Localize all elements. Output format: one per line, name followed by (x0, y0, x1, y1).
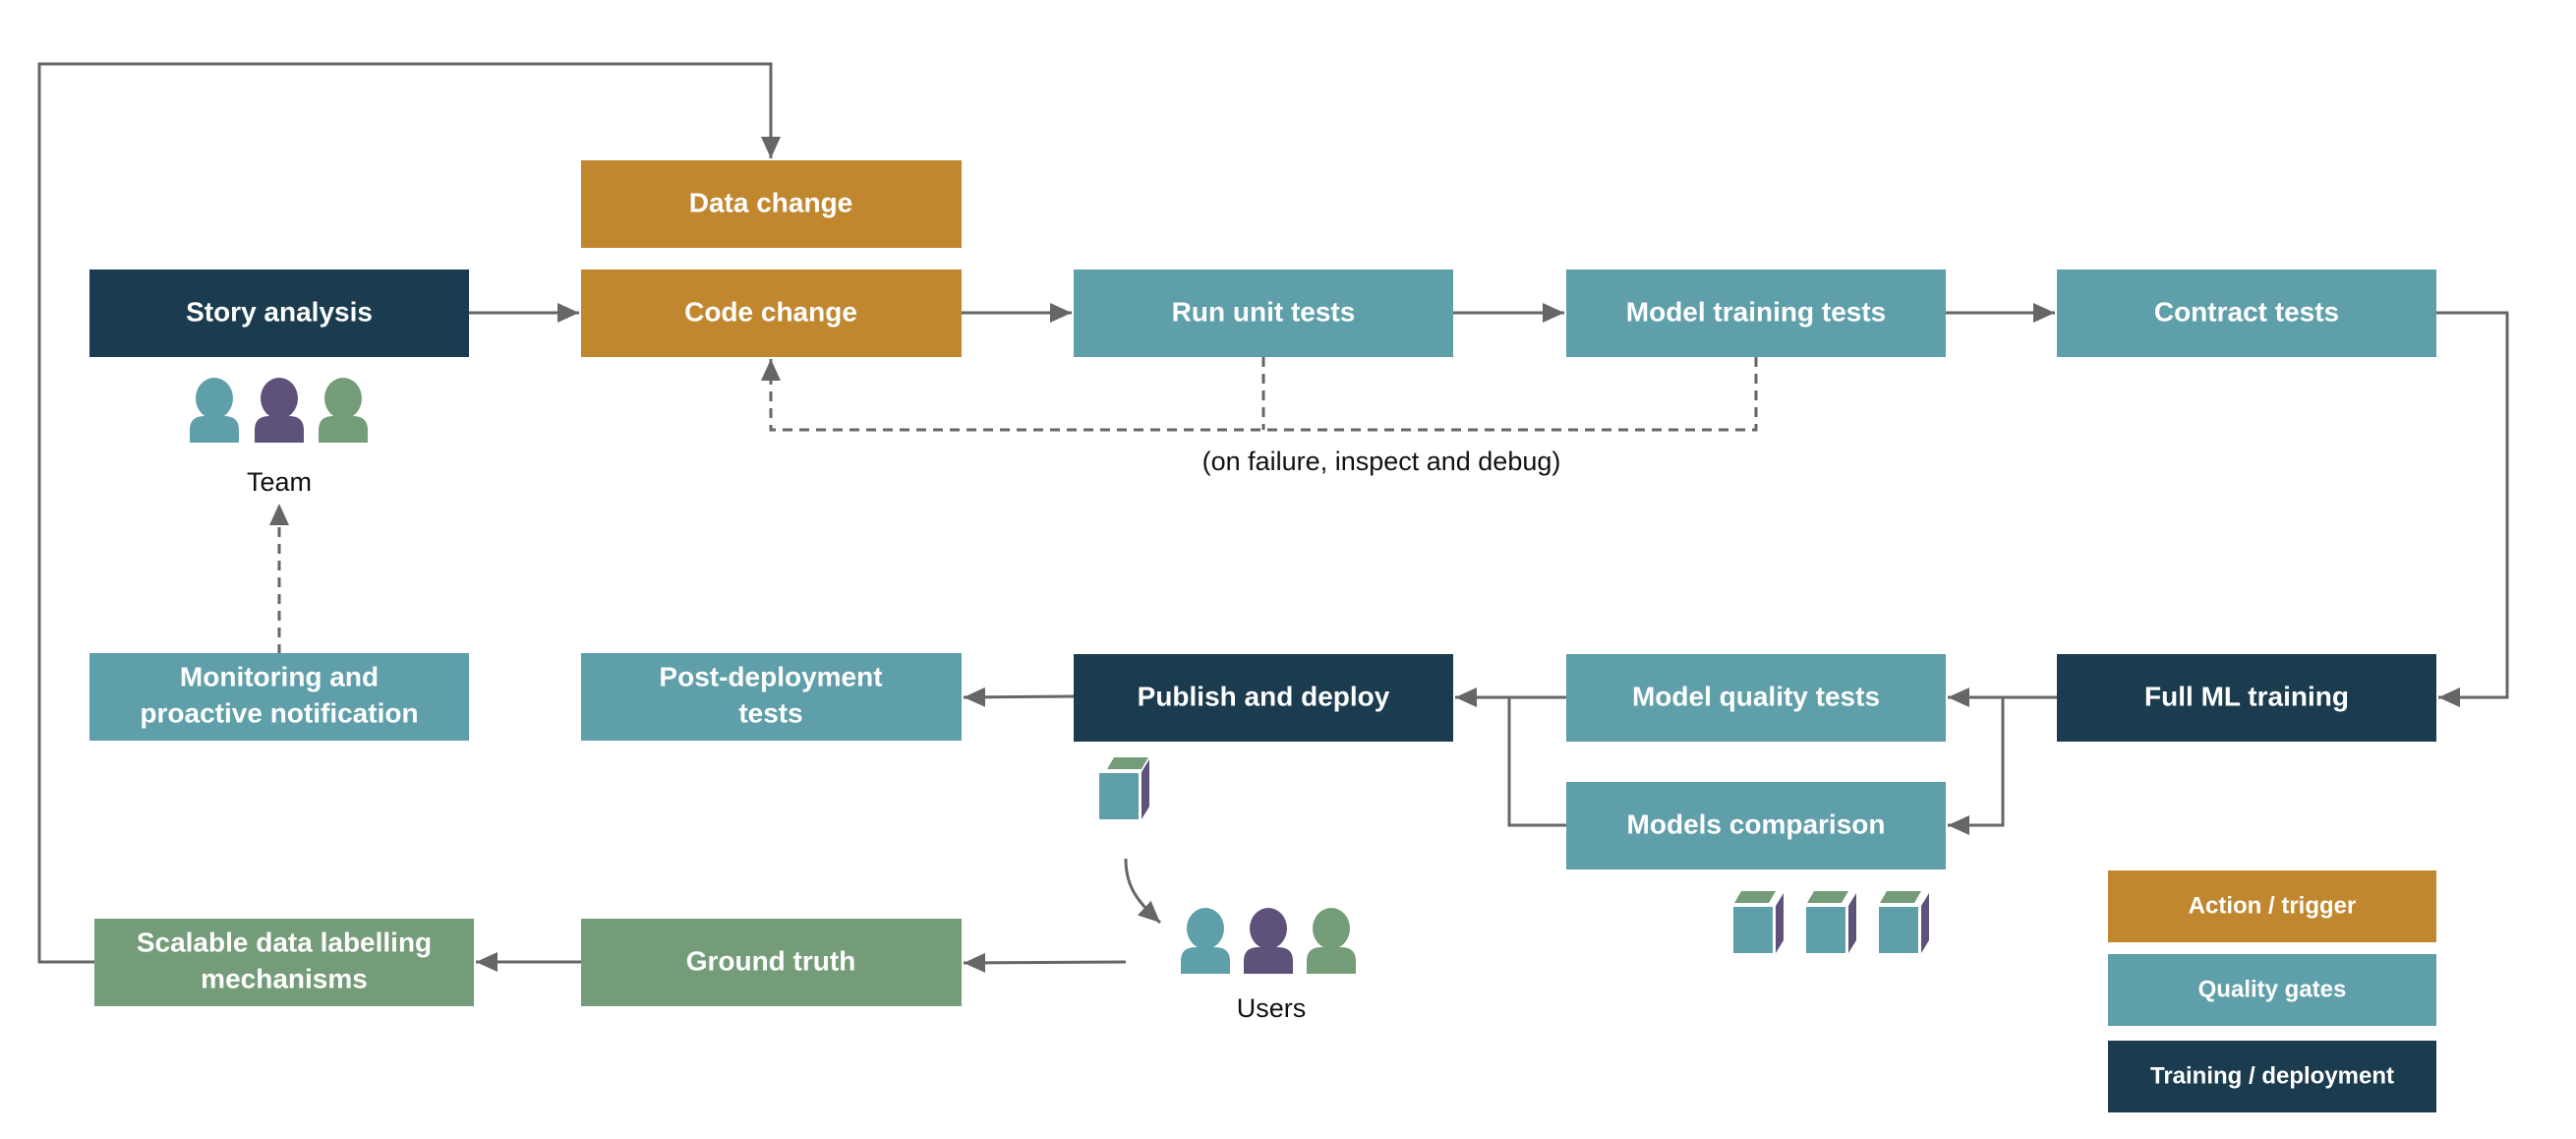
line-comparison-to-publish (1507, 697, 1566, 827)
arrow-contract-to-full-ml (2436, 311, 2509, 707)
node-label: Model training tests (1626, 296, 1886, 327)
arrow-model-to-users (1124, 858, 1162, 925)
users-label: Users (1237, 993, 1307, 1023)
node-label: Full ML training (2144, 681, 2349, 711)
node-contract-tests[interactable]: Contract tests (2057, 270, 2436, 357)
node-data-change[interactable]: Data change (581, 160, 962, 248)
legend-label: Action / trigger (2189, 892, 2357, 919)
node-code-change[interactable]: Code change (581, 270, 962, 357)
node-label: Data change (689, 187, 853, 217)
connectors (37, 62, 2509, 973)
team-label: Team (247, 467, 312, 497)
node-scalable-labelling[interactable]: Scalable data labelling mechanisms (94, 919, 474, 1006)
node-label-line1: Monitoring and (180, 661, 379, 691)
node-full-ml-training[interactable]: Full ML training (2057, 654, 2436, 742)
node-label-line2: tests (738, 697, 802, 728)
deployed-model-cube-icon (1099, 757, 1149, 819)
node-ground-truth[interactable]: Ground truth (581, 919, 962, 1006)
node-label-line1: Scalable data labelling (137, 927, 432, 957)
dashed-failure-loop (771, 357, 1758, 432)
node-label: Models comparison (1627, 809, 1886, 839)
node-label: Code change (684, 296, 857, 327)
node-story-analysis[interactable]: Story analysis (89, 270, 469, 357)
node-model-training-tests[interactable]: Model training tests (1566, 270, 1946, 357)
users-people-icon (1181, 908, 1356, 974)
node-run-unit-tests[interactable]: Run unit tests (1074, 270, 1453, 357)
node-label-line2: proactive notification (140, 697, 418, 728)
legend-item-action: Action / trigger (2108, 870, 2436, 942)
legend-label: Quality gates (2198, 976, 2347, 1002)
legend-item-quality: Quality gates (2108, 954, 2436, 1026)
node-models-comparison[interactable]: Models comparison (1566, 782, 1946, 869)
node-monitoring[interactable]: Monitoring and proactive notification (89, 653, 469, 741)
node-label: Run unit tests (1172, 296, 1356, 327)
ml-pipeline-diagram: Data change Story analysis Code change R… (37, 62, 2509, 1112)
node-label: Story analysis (186, 296, 373, 327)
node-label: Model quality tests (1632, 681, 1880, 711)
node-label: Publish and deploy (1138, 681, 1390, 711)
node-publish-deploy[interactable]: Publish and deploy (1074, 654, 1453, 742)
node-model-quality-tests[interactable]: Model quality tests (1566, 654, 1946, 742)
legend-label: Training / deployment (2150, 1062, 2394, 1089)
failure-note: (on failure, inspect and debug) (1202, 447, 1561, 476)
legend: Action / trigger Quality gates Training … (2108, 870, 2436, 1112)
node-label: Contract tests (2154, 296, 2339, 327)
arrow-users-to-ground-truth (963, 952, 1127, 973)
node-label: Ground truth (686, 945, 856, 976)
model-cubes-icon (1733, 891, 1929, 953)
legend-item-training: Training / deployment (2108, 1041, 2436, 1112)
node-post-deployment-tests[interactable]: Post-deployment tests (581, 653, 962, 741)
arrow-publish-to-post (963, 687, 1075, 707)
node-label-line2: mechanisms (201, 963, 368, 993)
node-label-line1: Post-deployment (659, 661, 882, 691)
arrow-full-ml-to-comparison (1948, 697, 2005, 835)
team-people-icon (190, 378, 368, 443)
